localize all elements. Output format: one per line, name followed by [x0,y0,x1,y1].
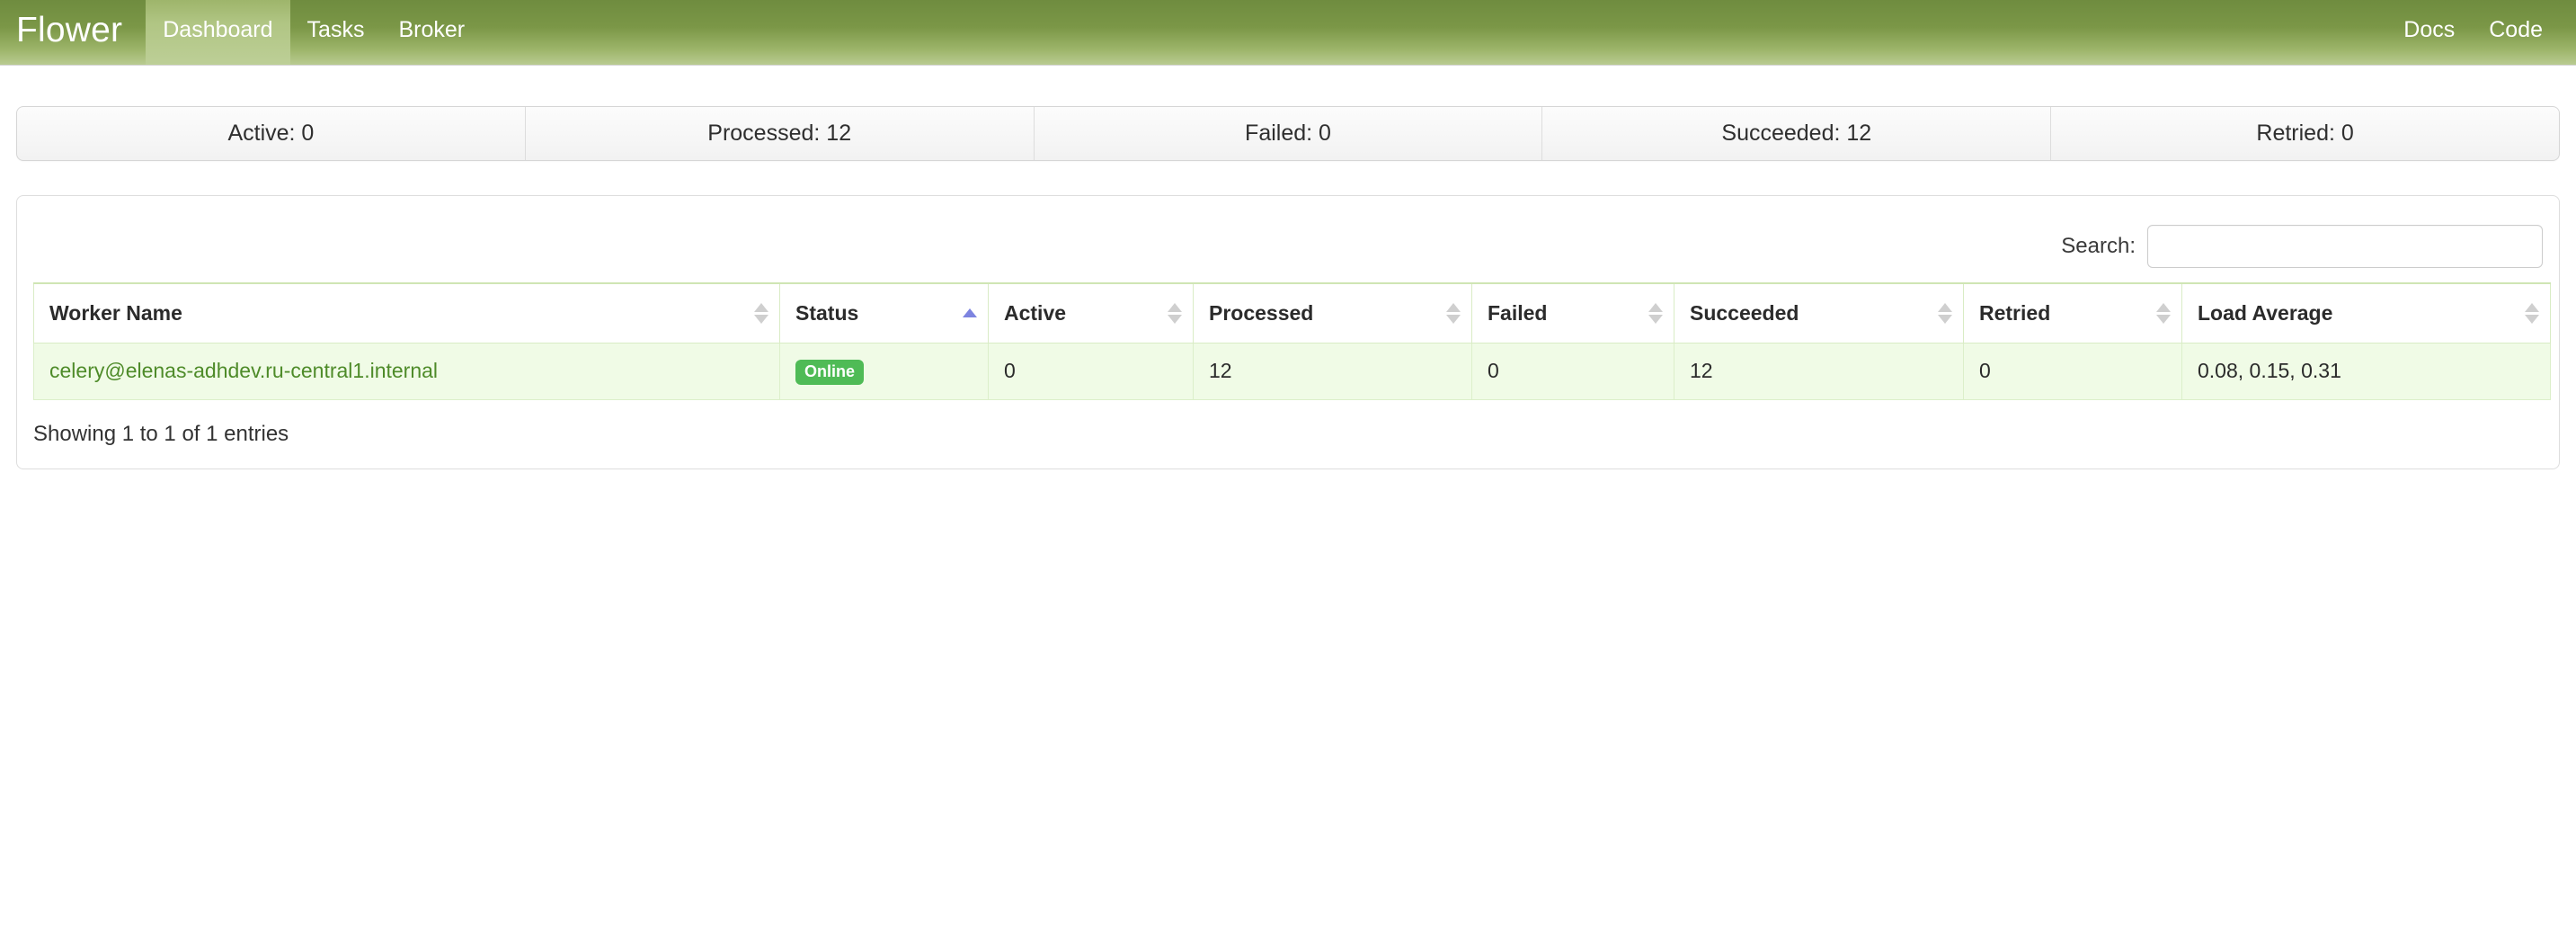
workers-table-head: Worker Name Status Active Processed Fail… [33,282,2551,344]
sort-arrows-icon[interactable] [1938,301,1952,325]
sort-descending-icon [1938,314,1952,324]
workers-table: Worker Name Status Active Processed Fail… [33,282,2551,401]
stat-retried: Retried: 0 [2050,107,2559,160]
sort-arrows-icon[interactable] [1446,301,1461,325]
sort-ascending-icon [2525,302,2539,312]
sort-ascending-icon [1648,302,1663,312]
search-label: Search: [2061,234,2136,258]
sort-descending-icon [2156,314,2171,324]
column-label: Active [1004,300,1067,325]
column-label: Worker Name [49,300,182,325]
stat-failed: Failed: 0 [1033,107,1542,160]
stats-panel: Active: 0 Processed: 12 Failed: 0 Succee… [16,106,2560,161]
table-header-row: Worker Name Status Active Processed Fail… [33,282,2551,344]
column-header-load-average[interactable]: Load Average [2181,282,2551,344]
sort-ascending-icon [963,308,977,318]
column-header-worker-name[interactable]: Worker Name [33,282,780,344]
sort-ascending-icon [1446,302,1461,312]
column-header-succeeded[interactable]: Succeeded [1674,282,1964,344]
status-badge: Online [795,359,865,386]
brand-logo[interactable]: Flower [0,0,146,65]
sort-arrows-icon[interactable] [754,301,768,325]
page-container: Active: 0 Processed: 12 Failed: 0 Succee… [0,106,2576,470]
nav-item-tasks[interactable]: Tasks [290,0,382,65]
stat-succeeded: Succeeded: 12 [1541,107,2050,160]
nav-item-broker[interactable]: Broker [381,0,482,65]
stat-active: Active: 0 [227,120,315,146]
nav-item-docs[interactable]: Docs [2386,0,2472,65]
worker-name-link[interactable]: celery@elenas-adhdev.ru-central1.interna… [49,359,438,382]
sort-ascending-icon [754,302,768,312]
sort-arrows-icon[interactable] [1168,301,1182,325]
sort-descending-icon [754,314,768,324]
cell-succeeded: 12 [1674,342,1964,401]
workers-panel: Search: Worker Name Status Active Proces… [16,195,2560,470]
table-info: Showing 1 to 1 of 1 entries [33,422,289,447]
column-label: Load Average [2198,300,2333,325]
navbar: Flower Dashboard Tasks Broker Docs Code [0,0,2576,66]
column-label: Processed [1209,300,1314,325]
nav-item-dashboard[interactable]: Dashboard [146,0,290,65]
cell-load-average: 0.08, 0.15, 0.31 [2181,342,2551,401]
sort-descending-icon [1446,314,1461,324]
sort-ascending-icon [1938,302,1952,312]
sort-arrows-icon[interactable] [2525,301,2539,325]
cell-processed: 12 [1193,342,1472,401]
sort-arrows-icon[interactable] [2156,301,2171,325]
column-header-status[interactable]: Status [779,282,989,344]
sort-ascending-icon [2156,302,2171,312]
column-header-active[interactable]: Active [988,282,1194,344]
nav-links: Dashboard Tasks Broker [146,0,482,65]
nav-item-code[interactable]: Code [2472,0,2560,65]
cell-retried: 0 [1963,342,2182,401]
sort-descending-icon [1168,314,1182,324]
table-row[interactable]: celery@elenas-adhdev.ru-central1.interna… [33,342,2551,401]
column-header-failed[interactable]: Failed [1471,282,1674,344]
search-input[interactable] [2147,225,2543,268]
sort-arrows-icon[interactable] [1648,301,1663,325]
cell-active: 0 [988,342,1194,401]
stat-processed: Processed: 12 [524,107,1034,160]
sort-arrows-icon-active[interactable] [963,301,977,325]
column-label: Failed [1488,300,1548,325]
column-header-retried[interactable]: Retried [1963,282,2182,344]
cell-status: Online [779,342,989,401]
column-label: Retried [1979,300,2051,325]
sort-descending-icon [2525,314,2539,324]
nav-right-links: Docs Code [2386,0,2576,65]
column-header-processed[interactable]: Processed [1193,282,1472,344]
cell-worker-name: celery@elenas-adhdev.ru-central1.interna… [33,342,780,401]
column-label: Succeeded [1690,300,1799,325]
sort-ascending-icon [1168,302,1182,312]
search-row: Search: [33,212,2543,282]
workers-table-body: celery@elenas-adhdev.ru-central1.interna… [33,342,2551,401]
cell-failed: 0 [1471,342,1674,401]
sort-descending-icon [1648,314,1663,324]
column-label: Status [795,300,859,325]
